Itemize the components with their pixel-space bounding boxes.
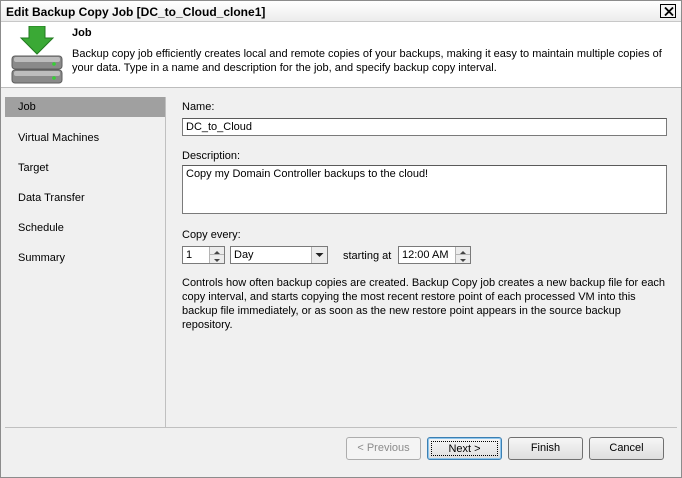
footer-divider	[5, 427, 677, 428]
previous-button[interactable]: < Previous	[346, 437, 421, 460]
window-title: Edit Backup Copy Job [DC_to_Cloud_clone1…	[6, 5, 266, 19]
wizard-steps-sidebar: Job Virtual Machines Target Data Transfe…	[5, 97, 166, 427]
edit-backup-copy-job-dialog: Edit Backup Copy Job [DC_to_Cloud_clone1…	[0, 0, 682, 478]
spin-down-icon	[460, 259, 466, 262]
finish-button[interactable]: Finish	[508, 437, 583, 460]
close-button[interactable]	[660, 4, 676, 18]
sidebar-item-schedule[interactable]: Schedule	[5, 218, 165, 238]
next-button[interactable]: Next >	[427, 437, 502, 460]
sidebar-item-job[interactable]: Job	[5, 97, 165, 117]
step-description: Backup copy job efficiently creates loca…	[72, 48, 662, 74]
sidebar-item-target[interactable]: Target	[5, 158, 165, 178]
name-input[interactable]: DC_to_Cloud	[182, 118, 667, 136]
dropdown-button[interactable]	[311, 247, 327, 263]
backup-copy-icon	[9, 25, 65, 84]
description-textarea[interactable]: Copy my Domain Controller backups to the…	[182, 165, 667, 214]
cancel-button[interactable]: Cancel	[589, 437, 664, 460]
interval-up-button[interactable]	[209, 247, 224, 255]
interval-stepper[interactable]: 1	[182, 246, 225, 264]
interval-down-button[interactable]	[209, 255, 224, 263]
start-time-down-button[interactable]	[455, 255, 470, 263]
sidebar-item-virtual-machines[interactable]: Virtual Machines	[5, 128, 165, 148]
name-label: Name:	[182, 101, 215, 113]
copy-every-label: Copy every:	[182, 229, 241, 241]
interval-unit-select[interactable]: Day	[230, 246, 328, 264]
start-time-picker[interactable]: 12:00 AM	[398, 246, 471, 264]
step-title: Job	[72, 27, 92, 39]
start-time-up-button[interactable]	[455, 247, 470, 255]
starting-at-label: starting at	[343, 250, 392, 262]
description-label: Description:	[182, 150, 241, 162]
interval-unit-value: Day	[234, 249, 254, 261]
close-icon	[664, 7, 674, 16]
next-button-label: Next >	[431, 441, 498, 456]
interval-value: 1	[186, 249, 193, 261]
wizard-header: Job Backup copy job efficiently creates …	[1, 22, 681, 88]
copy-interval-help-text: Controls how often backup copies are cre…	[182, 277, 666, 331]
spin-down-icon	[214, 259, 220, 262]
start-time-value: 12:00 AM	[402, 249, 449, 261]
sidebar-item-data-transfer[interactable]: Data Transfer	[5, 188, 165, 208]
sidebar-item-summary[interactable]: Summary	[5, 248, 165, 268]
title-bar[interactable]: Edit Backup Copy Job [DC_to_Cloud_clone1…	[1, 1, 681, 22]
chevron-down-icon	[315, 253, 324, 257]
